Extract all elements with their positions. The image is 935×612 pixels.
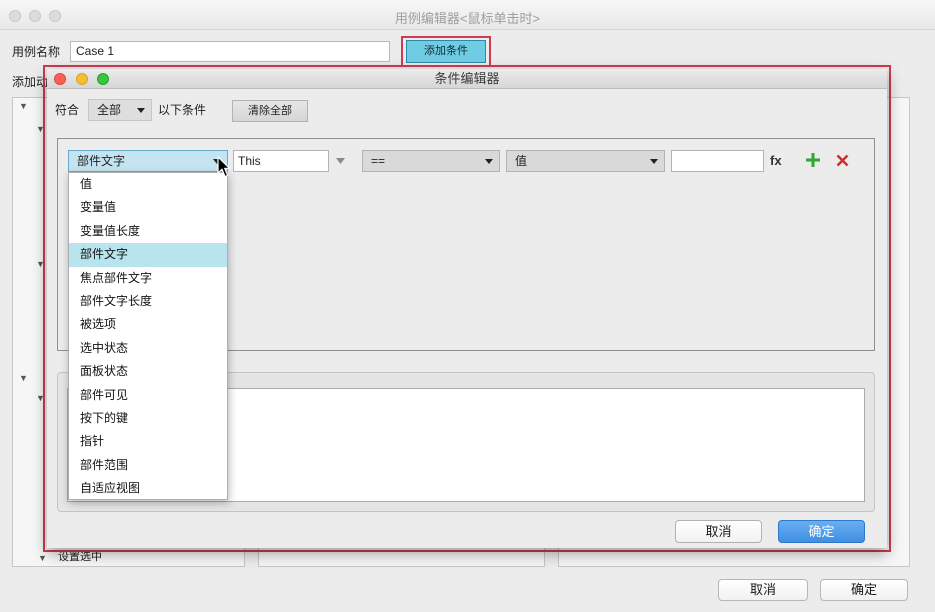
disclosure-triangle-icon[interactable]: ▼ (38, 553, 47, 563)
dropdown-option[interactable]: 自适应视图 (69, 477, 227, 500)
dropdown-option[interactable]: 部件范围 (69, 454, 227, 477)
dropdown-option[interactable]: 部件文字长度 (69, 290, 227, 313)
dropdown-option[interactable]: 指针 (69, 430, 227, 453)
condition-type-select[interactable]: 部件文字 (68, 150, 228, 172)
dropdown-option[interactable]: 部件文字 (69, 243, 227, 267)
delete-icon[interactable] (836, 154, 849, 167)
dropdown-option[interactable]: 变量值 (69, 196, 227, 219)
case-editor-titlebar: 用例编辑器<鼠标单击时> (0, 0, 935, 30)
dialog-title: 条件编辑器 (434, 71, 500, 86)
match-mode-select[interactable]: 全部 (88, 99, 152, 121)
fx-button[interactable]: fx (770, 154, 782, 168)
condition-type-value: 部件文字 (77, 154, 126, 168)
add-condition-button[interactable]: 添加条件 (406, 40, 486, 63)
dropdown-option[interactable]: 部件可见 (69, 384, 227, 407)
condition-editor-titlebar: 条件编辑器 (47, 69, 887, 89)
dropdown-option[interactable]: 焦点部件文字 (69, 267, 227, 290)
clear-all-button[interactable]: 清除全部 (232, 100, 308, 122)
operator-value: == (371, 154, 386, 168)
dropdown-option[interactable]: 面板状态 (69, 360, 227, 383)
match-suffix-label: 以下条件 (158, 103, 207, 117)
dropdown-option[interactable]: 按下的键 (69, 407, 227, 430)
condition-editor-ok-button[interactable]: 确定 (778, 520, 865, 543)
mouse-cursor-icon (217, 156, 231, 178)
case-editor-cancel-button[interactable]: 取消 (718, 579, 808, 601)
value-input[interactable] (671, 150, 764, 172)
chevron-down-icon[interactable] (336, 158, 345, 164)
condition-type-dropdown: 值 变量值 变量值长度 部件文字 焦点部件文字 部件文字长度 被选项 选中状态 … (68, 172, 228, 500)
chevron-down-icon (485, 159, 493, 164)
dropdown-option[interactable]: 变量值长度 (69, 220, 227, 243)
condition-editor-dialog: 条件编辑器 符合 全部 以下条件 清除全部 部件文字 This == 值 fx … (47, 69, 887, 548)
add-icon[interactable] (806, 153, 820, 167)
disclosure-triangle-icon[interactable]: ▼ (19, 373, 28, 383)
dropdown-option[interactable]: 选中状态 (69, 337, 227, 360)
condition-target-input[interactable]: This (233, 150, 329, 172)
dropdown-option[interactable]: 被选项 (69, 313, 227, 336)
value-type-value: 值 (515, 154, 528, 168)
match-label: 符合 (55, 103, 80, 117)
value-type-select[interactable]: 值 (506, 150, 665, 172)
operator-select[interactable]: == (362, 150, 500, 172)
chevron-down-icon (650, 159, 658, 164)
chevron-down-icon (137, 108, 145, 113)
action-item-label[interactable]: 设置选中 (58, 550, 102, 564)
dropdown-option[interactable]: 值 (69, 173, 227, 196)
disclosure-triangle-icon[interactable]: ▼ (19, 101, 28, 111)
match-mode-value: 全部 (97, 103, 122, 117)
condition-editor-cancel-button[interactable]: 取消 (675, 520, 762, 543)
case-name-label: 用例名称 (12, 45, 61, 59)
window-title: 用例编辑器<鼠标单击时> (394, 11, 541, 26)
case-editor-ok-button[interactable]: 确定 (820, 579, 908, 601)
case-name-input[interactable]: Case 1 (70, 41, 390, 62)
